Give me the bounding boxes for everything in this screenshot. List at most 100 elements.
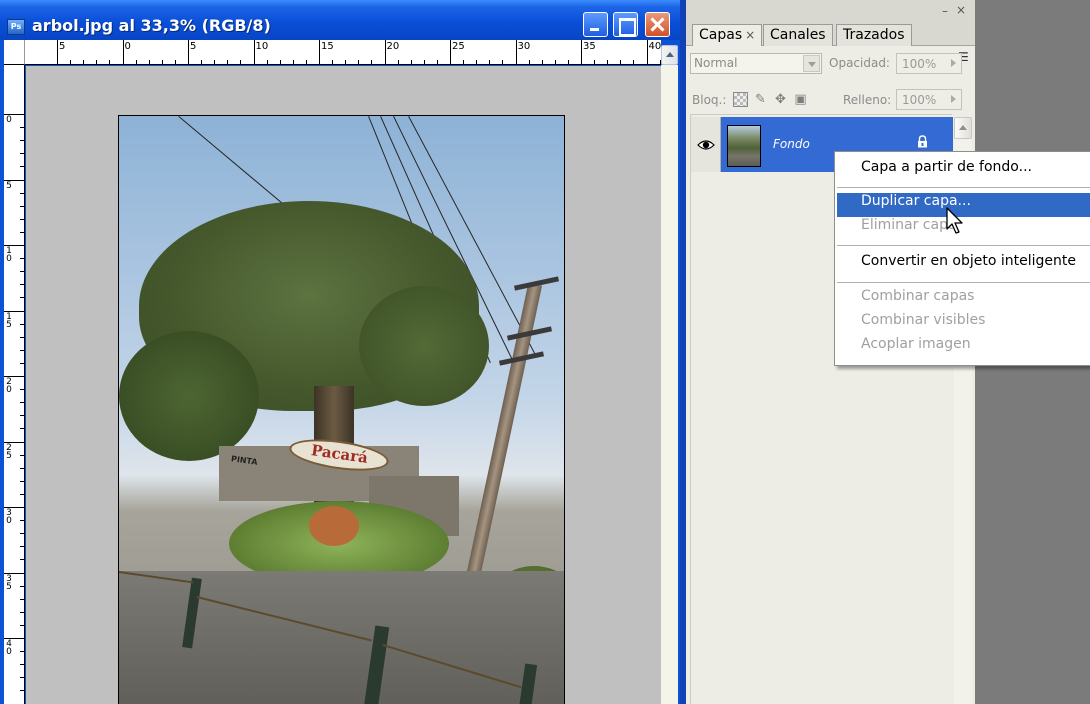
ruler-tick <box>20 559 24 561</box>
opacity-value: 100% <box>902 57 937 71</box>
lock-all-icon[interactable]: ▣ <box>793 92 808 107</box>
fill-value: 100% <box>902 93 937 107</box>
blend-mode-select[interactable]: Normal <box>690 53 822 74</box>
ruler-tick <box>607 60 609 64</box>
ruler-tick <box>96 60 98 64</box>
ruler-tick <box>20 533 24 535</box>
photoshop-icon[interactable]: Ps <box>7 19 25 35</box>
ruler-label: 10 <box>6 246 12 264</box>
ruler-tick <box>502 60 504 64</box>
ruler-label: 25 <box>452 41 465 52</box>
ruler-tick <box>20 415 24 417</box>
ruler-label: 40 <box>648 41 662 52</box>
layer-visibility-toggle[interactable] <box>691 117 721 172</box>
ruler-label: 0 <box>6 115 12 125</box>
document-titlebar[interactable]: Ps arbol.jpg al 33,3% (RGB/8) <box>0 0 680 40</box>
mouse-pointer-icon <box>946 207 963 234</box>
panel-tabs: Capas× Canales Trazados ▾☰ <box>686 20 975 64</box>
ruler-tick <box>227 60 229 64</box>
tree-photo[interactable]: Pacará PINTA <box>118 115 565 704</box>
close-button[interactable] <box>645 12 670 37</box>
ruler-tick <box>253 40 255 64</box>
ruler-tick <box>214 60 216 64</box>
close-icon[interactable]: × <box>745 28 755 42</box>
ruler-tick <box>20 598 24 600</box>
layer-thumbnail[interactable] <box>727 125 761 167</box>
ruler-tick <box>410 60 412 64</box>
ruler-label: 20 <box>6 377 12 395</box>
panel-header[interactable]: – × <box>686 0 975 20</box>
ruler-tick <box>122 40 124 64</box>
fill-field[interactable]: 100% <box>896 89 962 110</box>
ruler-tick <box>20 585 24 587</box>
ruler-tick <box>358 60 360 64</box>
vertical-scrollbar[interactable] <box>661 65 678 704</box>
ruler-tick <box>279 60 281 64</box>
ruler-tick <box>554 60 556 64</box>
layers-scroll-up-arrow[interactable] <box>954 117 972 139</box>
menu-separator <box>837 187 1090 188</box>
ruler-label: 35 <box>6 573 12 592</box>
horizontal-ruler[interactable]: 5 0 5 10 15 20 25 30 35 40 <box>25 40 661 65</box>
chevron-right-icon[interactable] <box>951 59 956 67</box>
chevron-right-icon[interactable] <box>951 95 956 103</box>
ruler-label: 0 <box>124 41 131 52</box>
menu-item-flatten-image: Acoplar imagen <box>861 336 971 352</box>
ruler-label: 25 <box>6 442 12 461</box>
ruler-tick <box>581 40 582 64</box>
lock-move-icon[interactable]: ✥ <box>773 92 788 107</box>
layer-context-menu: Capa a partir de fondo... Duplicar capa.… <box>834 151 1090 366</box>
menu-item-merge-layers: Combinar capas <box>861 288 975 304</box>
ruler-tick <box>463 60 465 64</box>
ruler-tick <box>633 60 635 64</box>
scroll-up-arrow[interactable] <box>661 45 678 65</box>
ruler-tick <box>20 664 24 666</box>
minimize-button[interactable] <box>583 12 608 37</box>
tab-trazados[interactable]: Trazados <box>836 24 912 46</box>
opacity-label: Opacidad: <box>829 56 890 70</box>
layer-name[interactable]: Fondo <box>773 137 810 151</box>
ruler-tick <box>148 60 150 64</box>
ruler-tick <box>567 60 569 64</box>
eye-icon <box>697 140 715 150</box>
blend-mode-value: Normal <box>694 56 738 70</box>
menu-separator <box>837 282 1090 283</box>
tab-capas[interactable]: Capas × <box>692 24 763 46</box>
chevron-down-icon[interactable] <box>803 55 820 72</box>
panel-minimize-button[interactable]: – <box>942 4 948 18</box>
vertical-ruler[interactable]: 0 5 10 15 20 25 30 35 40 <box>4 65 25 704</box>
menu-separator <box>837 245 1090 246</box>
lock-transparency-icon[interactable] <box>733 92 748 107</box>
ruler-tick <box>20 402 24 404</box>
document-title: arbol.jpg al 33,3% (RGB/8) <box>32 16 271 35</box>
maximize-button[interactable] <box>613 12 638 37</box>
ruler-tick <box>594 60 596 64</box>
lock-label: Bloq.: <box>692 93 727 107</box>
ruler-label: 20 <box>386 41 400 52</box>
opacity-field[interactable]: 100% <box>896 53 962 74</box>
ruler-tick <box>319 40 320 64</box>
ruler-tick <box>266 60 268 64</box>
lock-paint-icon[interactable]: ✎ <box>753 92 768 107</box>
ruler-tick <box>20 677 24 679</box>
canvas-area[interactable]: Pacará PINTA <box>26 66 661 704</box>
ruler-tick <box>20 690 24 692</box>
document-window: Ps arbol.jpg al 33,3% (RGB/8) 5 0 5 10 15 20 2… <box>0 0 680 704</box>
ruler-tick <box>345 60 347 64</box>
tab-canales[interactable]: Canales <box>763 24 833 46</box>
ruler-tick <box>20 297 24 299</box>
menu-item-convert-smart-object[interactable]: Convertir en objeto inteligente <box>837 253 1090 277</box>
ruler-origin[interactable] <box>4 40 25 65</box>
menu-item-new-layer-from-background[interactable]: Capa a partir de fondo... <box>837 159 1090 183</box>
ruler-label: 5 <box>59 41 66 52</box>
ruler-tick <box>20 231 24 233</box>
ruler-tick <box>620 60 622 64</box>
ruler-tick <box>397 60 399 64</box>
ruler-tick <box>20 480 24 482</box>
ruler-tick <box>646 40 648 64</box>
ruler-tick <box>20 520 24 522</box>
ruler-tick <box>20 166 24 168</box>
panel-close-button[interactable]: × <box>956 3 966 17</box>
ruler-label: 5 <box>190 41 197 52</box>
ruler-tick <box>528 60 530 64</box>
